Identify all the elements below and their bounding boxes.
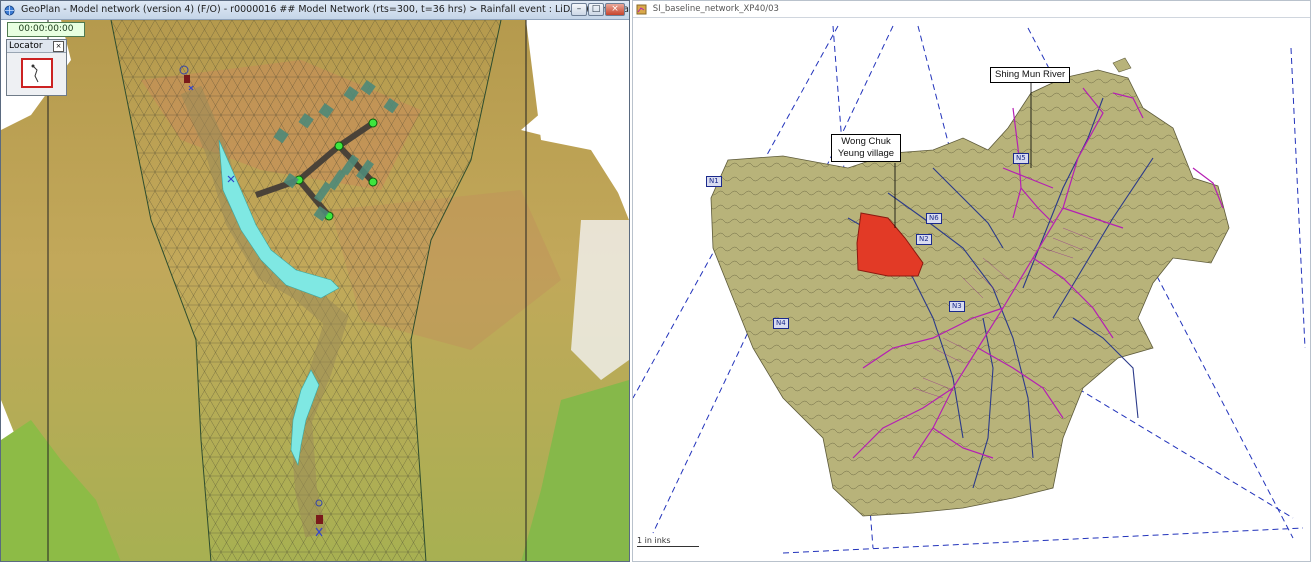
- scale-text: 1 in inks: [637, 536, 671, 545]
- village-label: Wong Chuk Yeung village: [831, 134, 901, 162]
- node-tag[interactable]: N3: [949, 301, 965, 312]
- locator-panel[interactable]: Locator ×: [6, 39, 67, 96]
- network-window: SI_baseline_network_XP40/03 Shing Mun Ri…: [632, 0, 1311, 562]
- node-tag[interactable]: N2: [916, 234, 932, 245]
- mesh-map-canvas[interactable]: [1, 20, 629, 562]
- globe-icon: [4, 5, 15, 16]
- catchment-map-canvas[interactable]: [633, 18, 1310, 562]
- locator-map[interactable]: [21, 58, 53, 88]
- close-button[interactable]: ×: [605, 3, 625, 16]
- minimize-button[interactable]: –: [571, 3, 587, 16]
- geoplan-titlebar[interactable]: GeoPlan - Model network (version 4) (F/O…: [1, 1, 629, 20]
- node-tag[interactable]: N1: [706, 176, 722, 187]
- river-label: Shing Mun River: [990, 67, 1071, 83]
- locator-title: Locator: [9, 41, 43, 51]
- network-titlebar[interactable]: SI_baseline_network_XP40/03: [633, 1, 1310, 18]
- village-label-line1: Wong Chuk: [841, 136, 891, 147]
- node-tag[interactable]: N6: [926, 213, 942, 224]
- scale-bar: 1 in inks: [637, 536, 699, 547]
- window-controls: – □ ×: [571, 3, 625, 16]
- village-label-line2: Yeung village: [837, 148, 895, 159]
- geoplan-window: GeoPlan - Model network (version 4) (F/O…: [0, 0, 630, 562]
- node-tag[interactable]: N5: [1013, 153, 1029, 164]
- maximize-button[interactable]: □: [588, 3, 604, 16]
- node-tag[interactable]: N4: [773, 318, 789, 329]
- geoplan-title: GeoPlan - Model network (version 4) (F/O…: [21, 4, 629, 15]
- network-icon: [636, 4, 647, 15]
- network-title: SI_baseline_network_XP40/03: [652, 4, 779, 14]
- locator-close-button[interactable]: ×: [53, 41, 64, 52]
- simulation-time[interactable]: 00:00:00:00: [7, 22, 85, 37]
